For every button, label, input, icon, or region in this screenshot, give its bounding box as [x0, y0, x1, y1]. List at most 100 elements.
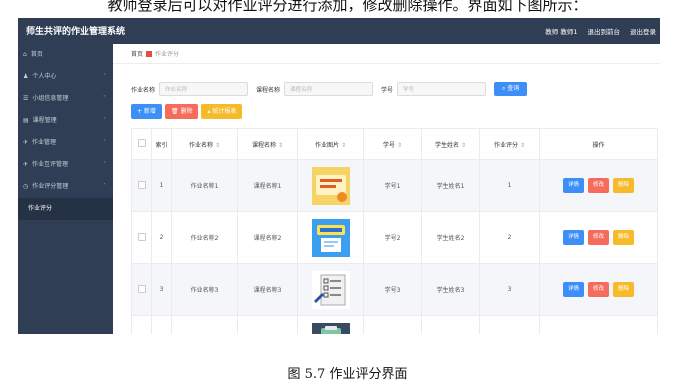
course-name-input[interactable]: 课程名称 — [284, 82, 374, 96]
cell-index: 1 — [151, 159, 172, 212]
sidebar-item-label: 作业互评管理 — [32, 161, 69, 168]
sidebar-item[interactable]: ⌂ 首页 — [18, 44, 113, 66]
column-header-label: 作业评分 — [493, 141, 518, 149]
chevron-down-icon: ˅ — [103, 117, 106, 124]
hw-name-input[interactable]: 作业名称 — [159, 82, 249, 96]
breadcrumb-current: 作业评分 — [155, 51, 180, 58]
column-header: 作业名称 ⇕ — [171, 128, 238, 160]
column-header-label: 操作 — [592, 141, 605, 149]
homework-thumbnail[interactable] — [311, 218, 350, 257]
cell-hw: 作业名称1 — [171, 159, 238, 212]
table-row[interactable]: 1 作业名称1 课程名称1 学号1 学生姓名1 1 详情 修改 删除 — [131, 159, 658, 212]
row-select-cell — [131, 315, 152, 334]
row-checkbox[interactable] — [137, 232, 146, 241]
table-row[interactable]: 4作业名称4课程名称4学号4学生姓名44详情修改删除 — [131, 315, 658, 334]
homework-thumbnail[interactable] — [311, 166, 350, 205]
cell-sid: 学号4 — [363, 315, 422, 334]
search-button[interactable]: ⌕ 查询 — [494, 82, 528, 96]
homework-thumbnail[interactable] — [311, 270, 350, 309]
sort-icon[interactable]: ⇕ — [341, 142, 346, 149]
sort-icon[interactable]: ⇕ — [461, 142, 466, 149]
table-body: 1 作业名称1 课程名称1 学号1 学生姓名1 1 详情 修改 删除 2 作业名称2 课程名称2 学号2… — [131, 159, 658, 334]
breadcrumb: 首页 作业评分 — [113, 44, 660, 64]
sidebar-item[interactable]: ◷ 作业评分管理 ˄ — [18, 176, 113, 198]
sidebar-item-label: 作业评分管理 — [32, 183, 69, 190]
homework-image-cell — [297, 159, 364, 212]
sidebar-item[interactable]: ✈ 作业互评管理 ˅ — [18, 154, 113, 176]
row-operations: 详情修改删除 — [539, 159, 658, 212]
row-checkbox[interactable] — [137, 284, 146, 293]
hw-name-label: 作业名称 — [131, 86, 156, 94]
cell-hw: 作业名称2 — [171, 211, 238, 264]
sidebar-item[interactable]: ☰ 小组信息管理 ˅ — [18, 88, 113, 110]
list-icon: ☰ — [23, 95, 29, 102]
cell-name: 学生姓名1 — [421, 159, 480, 212]
user-icon: ♟ — [23, 73, 29, 80]
send-icon: ✈ — [23, 139, 29, 146]
edit-button[interactable]: 修改 — [587, 178, 609, 193]
sidebar: ⌂ 首页 ♟ 个人中心 ˅ ☰ 小组信息管理 ˅ ▤ 课程管理 ˅ ✈ 作业管理 ˅ ✈ 作业互评管理 ˅ ◷ 作业… — [18, 44, 113, 334]
homework-image-cell — [297, 315, 364, 334]
table-row[interactable]: 2 作业名称2 课程名称2 学号2 学生姓名2 2 详情 修改 删除 — [131, 211, 658, 264]
column-header: 操作 — [539, 128, 658, 160]
current-user: 教师 教师1 — [545, 28, 578, 36]
back-to-front-link[interactable]: 退出到前台 — [588, 26, 621, 36]
sidebar-item-label: 首页 — [30, 51, 43, 58]
score-table: 索引 作业名称 ⇕ 课程名称 ⇕ 作业图片 ⇕ 学号 ⇕ 学生姓名 ⇕ 作业评分 ⇕ 操作 1 作业名称1 课… — [131, 128, 658, 334]
breadcrumb-home[interactable]: 首页 — [131, 49, 143, 58]
edit-button[interactable]: 修改 — [587, 230, 609, 245]
cell-course: 课程名称1 — [237, 159, 298, 212]
row-operations-group: 详情 修改 删除 — [541, 230, 656, 245]
row-operations-group: 详情 修改 删除 — [541, 282, 656, 297]
cell-score: 2 — [479, 211, 540, 264]
column-header: 学号 ⇕ — [363, 128, 422, 160]
table-row[interactable]: 3 作业名称3 课程名称3 学号3 学生姓名3 3 详情 修改 删除 — [131, 263, 658, 316]
cell-index: 2 — [151, 211, 172, 264]
select-all-checkbox[interactable] — [137, 139, 146, 147]
sort-icon[interactable]: ⇕ — [278, 142, 283, 149]
chevron-down-icon: ˅ — [103, 139, 106, 146]
action-bar: + 新增 🗑 删除 ▴ 统计报表 — [131, 104, 243, 119]
chevron-down-icon: ˅ — [103, 73, 106, 80]
detail-button[interactable]: 详情 — [562, 282, 584, 297]
row-operations: 详情修改删除 — [539, 211, 658, 264]
sidebar-item[interactable]: ✈ 作业管理 ˅ — [18, 132, 113, 154]
column-header-label: 索引 — [155, 141, 168, 149]
search-button-label: 查询 — [507, 85, 520, 92]
sidebar-item[interactable]: ♟ 个人中心 ˅ — [18, 66, 113, 88]
sort-icon[interactable]: ⇕ — [520, 142, 525, 149]
stats-report-button[interactable]: ▴ 统计报表 — [201, 104, 243, 119]
row-delete-button[interactable]: 删除 — [613, 178, 635, 193]
sort-icon[interactable]: ⇕ — [215, 142, 220, 149]
logout-link[interactable]: 退出登录 — [630, 26, 656, 36]
cell-sid: 学号1 — [363, 159, 422, 212]
cell-course: 课程名称3 — [237, 263, 298, 316]
add-button[interactable]: + 新增 — [131, 104, 162, 119]
student-id-input[interactable]: 学号 — [397, 82, 487, 96]
app-title: 师生共评的作业管理系统 — [26, 27, 126, 37]
column-header: 课程名称 ⇕ — [237, 128, 298, 160]
main-content: 首页 作业评分 作业名称 作业名称 课程名称 课程名称 学号 学号 ⌕ 查询 +… — [113, 44, 660, 334]
detail-button[interactable]: 详情 — [562, 178, 584, 193]
delete-button[interactable]: 🗑 删除 — [164, 104, 199, 119]
row-operations-group: 详情 修改 删除 — [541, 178, 656, 193]
homework-image-cell — [297, 211, 364, 264]
cell-sid: 学号3 — [363, 263, 422, 316]
breadcrumb-separator-icon — [146, 50, 153, 57]
column-header-label: 学生姓名 — [434, 141, 459, 149]
sidebar-subitem-score[interactable]: 作业评分 — [18, 198, 113, 220]
detail-button[interactable]: 详情 — [562, 230, 584, 245]
edit-button[interactable]: 修改 — [587, 282, 609, 297]
homework-thumbnail[interactable] — [311, 322, 350, 334]
table-header-row: 索引 作业名称 ⇕ 课程名称 ⇕ 作业图片 ⇕ 学号 ⇕ 学生姓名 ⇕ 作业评分 ⇕ 操作 — [131, 128, 658, 160]
sidebar-item-label: 个人中心 — [32, 73, 57, 80]
sort-icon[interactable]: ⇕ — [397, 142, 402, 149]
row-delete-button[interactable]: 删除 — [613, 230, 635, 245]
course-name-label: 课程名称 — [256, 86, 281, 94]
row-checkbox[interactable] — [137, 180, 146, 189]
sidebar-item[interactable]: ▤ 课程管理 ˅ — [18, 110, 113, 132]
row-delete-button[interactable]: 删除 — [613, 282, 635, 297]
clock-icon: ◷ — [23, 183, 29, 190]
book-icon: ▤ — [23, 117, 29, 124]
column-header-label: 学号 — [382, 141, 395, 149]
